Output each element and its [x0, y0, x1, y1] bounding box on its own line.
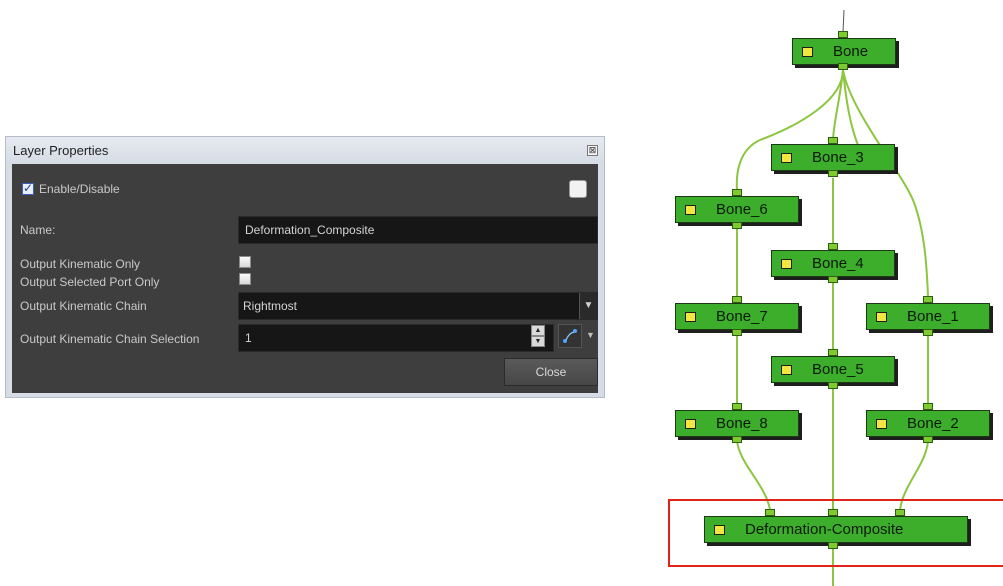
node-bone-7[interactable]: Bone_7	[675, 303, 799, 330]
node-icon	[876, 312, 887, 322]
node-bone-8[interactable]: Bone_8	[675, 410, 799, 437]
node-bone-6[interactable]: Bone_6	[675, 196, 799, 223]
node-input-port[interactable]	[732, 296, 742, 303]
node-output-port[interactable]	[828, 542, 838, 549]
node-bone-1[interactable]: Bone_1	[866, 303, 990, 330]
node-bone-4[interactable]: Bone_4	[771, 250, 895, 277]
node-label: Bone_1	[907, 308, 959, 325]
node-label: Bone_6	[716, 201, 768, 218]
node-bone-5[interactable]: Bone_5	[771, 356, 895, 383]
node-label: Bone_2	[907, 415, 959, 432]
node-icon	[781, 259, 792, 269]
node-input-port[interactable]	[923, 296, 933, 303]
node-output-port[interactable]	[828, 276, 838, 283]
node-input-port-2[interactable]	[828, 509, 838, 516]
node-input-port[interactable]	[732, 189, 742, 196]
node-label: Bone_4	[812, 255, 864, 272]
node-label: Bone_7	[716, 308, 768, 325]
node-output-port[interactable]	[923, 329, 933, 336]
node-icon	[685, 205, 696, 215]
node-label: Bone_5	[812, 361, 864, 378]
node-input-port[interactable]	[923, 403, 933, 410]
node-icon	[781, 365, 792, 375]
node-input-port[interactable]	[828, 349, 838, 356]
node-icon	[781, 153, 792, 163]
node-output-port[interactable]	[732, 222, 742, 229]
node-label: Deformation-Composite	[745, 521, 904, 538]
node-output-port[interactable]	[732, 329, 742, 336]
node-bone-2[interactable]: Bone_2	[866, 410, 990, 437]
node-label: Bone_3	[812, 149, 864, 166]
node-bone-3[interactable]: Bone_3	[771, 144, 895, 171]
node-input-port[interactable]	[838, 31, 848, 38]
node-icon	[714, 525, 725, 535]
node-input-port-1[interactable]	[765, 509, 775, 516]
node-output-port[interactable]	[828, 382, 838, 389]
node-bone[interactable]: Bone	[792, 38, 896, 65]
node-icon	[876, 419, 887, 429]
node-input-port[interactable]	[732, 403, 742, 410]
node-input-port[interactable]	[828, 137, 838, 144]
node-input-port[interactable]	[828, 243, 838, 250]
node-output-port[interactable]	[828, 170, 838, 177]
node-output-port[interactable]	[838, 63, 848, 70]
node-icon	[802, 47, 813, 57]
node-icon	[685, 419, 696, 429]
node-icon	[685, 312, 696, 322]
node-output-port[interactable]	[732, 436, 742, 443]
node-label: Bone_8	[716, 415, 768, 432]
node-label: Bone	[833, 43, 869, 60]
node-input-port-3[interactable]	[895, 509, 905, 516]
node-deformation-composite[interactable]: Deformation-Composite	[704, 516, 968, 543]
node-output-port[interactable]	[923, 436, 933, 443]
